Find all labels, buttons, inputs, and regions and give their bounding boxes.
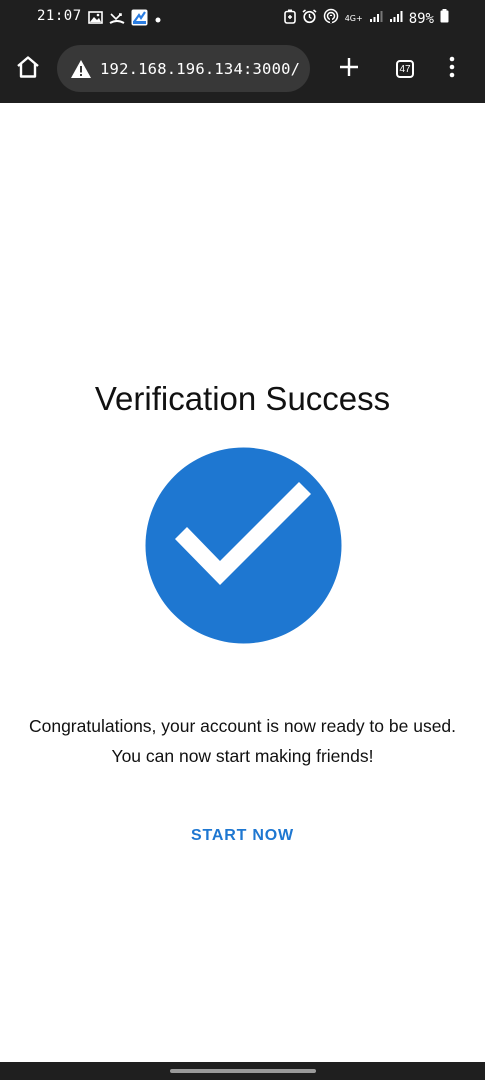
call-missed-icon bbox=[109, 11, 125, 30]
status-time: 21:07 bbox=[37, 8, 82, 24]
start-now-button[interactable]: START NOW bbox=[176, 818, 309, 854]
check-circle-icon bbox=[145, 447, 342, 644]
tabs-icon: 47 bbox=[396, 60, 414, 78]
url-text[interactable]: 192.168.196.134:3000/ bbox=[100, 60, 300, 78]
dot-icon bbox=[154, 11, 162, 29]
address-bar[interactable]: 192.168.196.134:3000/ bbox=[57, 45, 310, 92]
home-gesture-handle[interactable] bbox=[170, 1069, 316, 1073]
hotspot-icon bbox=[323, 8, 339, 29]
status-bar: 21:07 4G+ 89% bbox=[0, 0, 485, 34]
home-icon bbox=[15, 55, 41, 84]
new-tab-button[interactable] bbox=[334, 54, 364, 84]
navigation-bar bbox=[0, 1062, 485, 1080]
gallery-icon bbox=[88, 11, 103, 29]
message-line-2: You can now start making friends! bbox=[111, 746, 374, 766]
battery-percent: 89% bbox=[408, 10, 434, 27]
tab-count: 47 bbox=[399, 63, 411, 75]
success-message: Congratulations, your account is now rea… bbox=[0, 711, 485, 771]
page-title: Verification Success bbox=[94, 380, 391, 417]
plus-icon bbox=[338, 56, 360, 83]
signal-icon bbox=[389, 10, 403, 28]
message-line-1: Congratulations, your account is now rea… bbox=[28, 716, 457, 736]
warning-icon[interactable] bbox=[70, 59, 92, 79]
status-right-icons: 4G+ 89% bbox=[283, 8, 449, 29]
status-left-icons bbox=[88, 9, 162, 31]
screen: 21:07 4G+ 89% 192.168.196.134:3000/ 47 V… bbox=[0, 0, 485, 1080]
home-button[interactable] bbox=[12, 54, 44, 84]
browser-menu-button[interactable] bbox=[440, 54, 464, 84]
app-icon bbox=[131, 9, 148, 31]
battery-icon bbox=[440, 9, 449, 28]
tab-switcher-button[interactable]: 47 bbox=[390, 54, 420, 84]
battery-saver-icon bbox=[283, 9, 296, 29]
alarm-icon bbox=[302, 8, 317, 29]
more-vert-icon bbox=[449, 56, 455, 83]
signal-icon bbox=[369, 10, 383, 28]
browser-toolbar: 192.168.196.134:3000/ 47 bbox=[0, 34, 485, 103]
network-4g-icon: 4G+ bbox=[344, 13, 363, 23]
